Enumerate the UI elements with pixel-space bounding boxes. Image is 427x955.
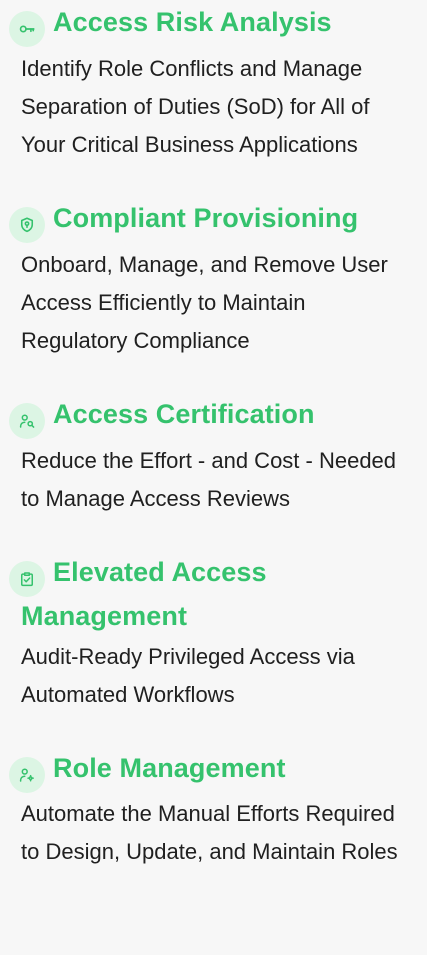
feature-title-elevated-access-management: Elevated Access Management <box>9 553 415 635</box>
user-settings-icon <box>9 757 45 793</box>
key-icon <box>9 11 45 47</box>
feature-title-access-certification: Access Certification <box>9 395 415 439</box>
feature-role-management: Role Management Automate the Manual Effo… <box>0 749 427 871</box>
feature-description: Identify Role Conflicts and Manage Separ… <box>21 56 370 157</box>
feature-title-text: Access Certification <box>53 399 315 429</box>
feature-title-compliant-provisioning: Compliant Provisioning <box>9 199 415 243</box>
feature-access-certification: Access Certification Reduce the Effort -… <box>0 395 427 518</box>
user-search-icon <box>9 403 45 439</box>
feature-title-text: Role Management <box>53 753 286 783</box>
feature-title-role-management: Role Management <box>9 749 415 793</box>
feature-title-text: Compliant Provisioning <box>53 203 359 233</box>
clipboard-check-icon <box>9 561 45 597</box>
feature-compliant-provisioning: Compliant Provisioning Onboard, Manage, … <box>0 199 427 360</box>
feature-title-text: Access Risk Analysis <box>53 7 332 37</box>
feature-description: Audit-Ready Privileged Access via Automa… <box>21 644 355 707</box>
feature-title-access-risk-analysis: Access Risk Analysis <box>9 3 415 47</box>
feature-description: Onboard, Manage, and Remove User Access … <box>21 252 388 353</box>
feature-description: Automate the Manual Efforts Required to … <box>21 801 398 864</box>
feature-list: Access Risk Analysis Identify Role Confl… <box>0 0 427 955</box>
feature-title-text: Elevated Access Management <box>21 557 267 631</box>
shield-icon <box>9 207 45 243</box>
feature-elevated-access-management: Elevated Access Management Audit-Ready P… <box>0 553 427 714</box>
feature-access-risk-analysis: Access Risk Analysis Identify Role Confl… <box>0 3 427 164</box>
feature-description: Reduce the Effort - and Cost - Needed to… <box>21 448 397 511</box>
